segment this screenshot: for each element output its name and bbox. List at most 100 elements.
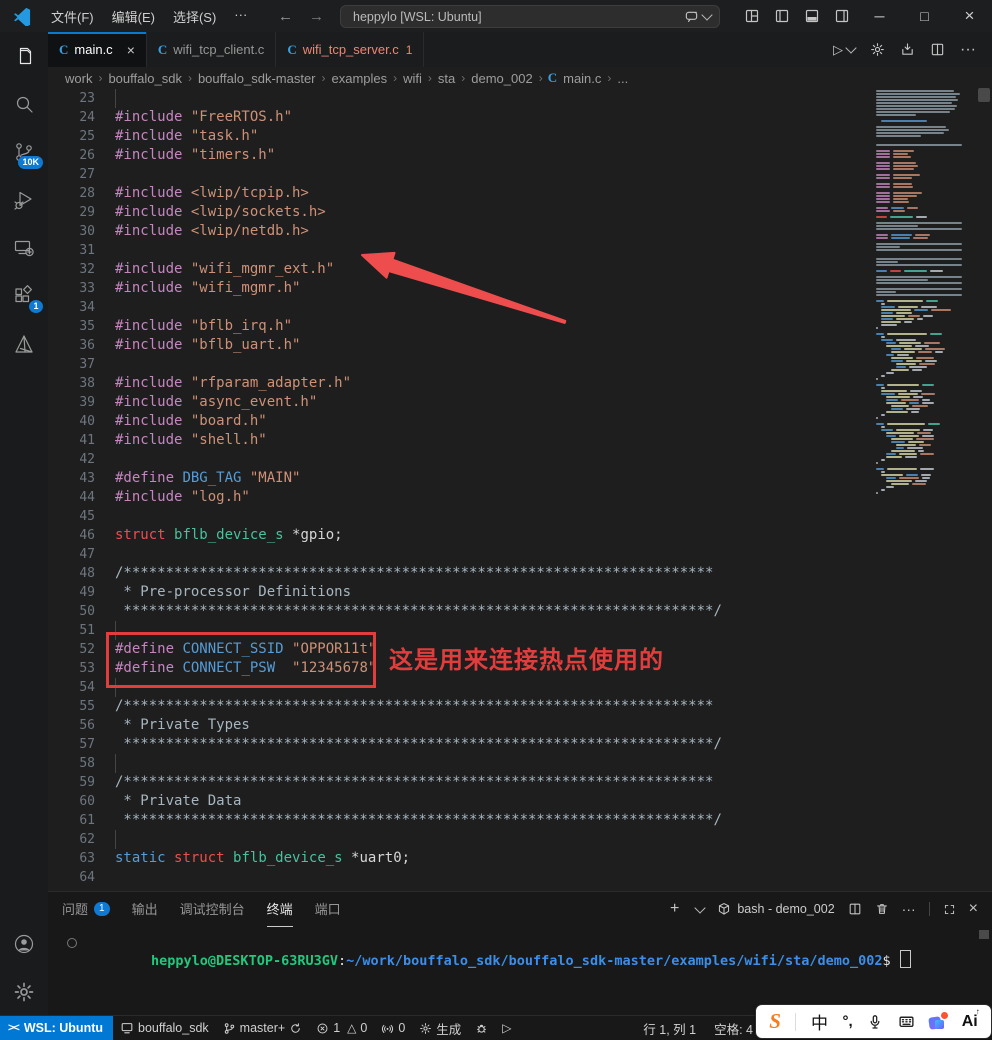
sidebar-item-extensions[interactable]: 1 <box>0 272 48 320</box>
sidebar-item-search[interactable] <box>0 80 48 128</box>
breadcrumb-item[interactable]: work <box>65 71 92 86</box>
chevron-down-icon[interactable] <box>701 9 713 21</box>
menu-edit[interactable]: 编辑(E) <box>103 4 164 29</box>
panel-tab-终端[interactable]: 终端 <box>266 892 293 927</box>
line-number: 38 <box>79 376 95 391</box>
maximize-panel-icon[interactable] <box>943 903 956 916</box>
vscode-window: 文件(F) 编辑(E) 选择(S) ··· ← → heppylo [WSL: Ubu… <box>0 0 992 1040</box>
menu-selection[interactable]: 选择(S) <box>164 4 225 29</box>
breadcrumb-item[interactable]: ... <box>617 71 628 86</box>
new-terminal-icon[interactable]: + <box>670 900 679 918</box>
minimap-row <box>874 156 964 158</box>
split-terminal-icon[interactable] <box>848 902 862 916</box>
menu-more[interactable]: ··· <box>225 4 256 29</box>
minimap[interactable] <box>874 90 964 510</box>
remote-indicator[interactable]: >< WSL: Ubuntu <box>0 1016 113 1040</box>
ai-assistant-button[interactable]: Ai <box>962 1007 980 1031</box>
copilot-chat-icon[interactable] <box>684 9 699 24</box>
sidebar-item-cmake[interactable] <box>0 320 48 368</box>
sogou-logo-icon[interactable]: S <box>769 1009 781 1034</box>
cursor-position-status[interactable]: 行 1, 列 1 <box>643 1019 696 1038</box>
maximize-button[interactable]: □ <box>902 0 947 32</box>
minimap-row <box>874 369 964 371</box>
cmake-launch-button[interactable]: ▷ <box>495 1016 518 1040</box>
sync-icon[interactable] <box>289 1022 302 1035</box>
terminal-instance-chip[interactable]: bash - demo_002 <box>717 902 835 916</box>
code-line-47: 47 <box>48 545 872 564</box>
minimap-row <box>874 408 964 410</box>
line-number: 24 <box>79 110 95 125</box>
breadcrumb-item[interactable]: sta <box>438 71 455 86</box>
minimap-row <box>874 129 964 131</box>
toggle-secondary-sidebar-icon[interactable] <box>834 8 850 24</box>
back-icon[interactable]: ← <box>278 8 293 25</box>
ime-punctuation-toggle[interactable]: °, <box>842 1013 852 1030</box>
tab-wifi_tcp_client.c[interactable]: Cwifi_tcp_client.c <box>146 32 277 67</box>
install-build-icon[interactable] <box>900 42 915 57</box>
minimap-row <box>874 231 964 233</box>
code-editor[interactable]: 23 24 #include "FreeRTOS.h" 25 #include "tas… <box>48 89 872 891</box>
minimap-row <box>874 330 964 332</box>
breadcrumb-item[interactable]: main.c <box>563 71 601 86</box>
chevron-down-icon[interactable] <box>694 901 707 914</box>
indentation-status[interactable]: 空格: 4 <box>714 1019 753 1038</box>
minimap-row <box>874 186 964 188</box>
more-actions-icon[interactable]: ··· <box>902 901 916 917</box>
settings-button[interactable] <box>0 968 48 1016</box>
line-number: 61 <box>79 813 95 828</box>
microphone-icon[interactable] <box>867 1014 883 1030</box>
tab-main.c[interactable]: Cmain.c × <box>48 32 147 67</box>
breadcrumb-item[interactable]: bouffalo_sdk <box>108 71 182 86</box>
panel-tab-label: 调试控制台 <box>179 902 245 917</box>
breadcrumb-item[interactable]: demo_002 <box>471 71 532 86</box>
minimap-row <box>874 210 964 212</box>
panel-tab-端口[interactable]: 端口 <box>315 892 341 927</box>
panel-tab-输出[interactable]: 输出 <box>132 892 158 927</box>
cmake-build-button[interactable]: 生成 <box>412 1016 468 1040</box>
minimize-button[interactable]: ─ <box>857 0 902 32</box>
cmake-debug-button[interactable] <box>468 1016 495 1040</box>
terminal-scrollbar-thumb[interactable] <box>979 930 989 939</box>
code-line-34: 34 <box>48 298 872 317</box>
terminal[interactable]: heppylo@DESKTOP-63RU3GV:~/work/bouffalo_… <box>48 926 992 1016</box>
forward-icon[interactable]: → <box>309 8 324 25</box>
sidebar-item-remote-explorer[interactable] <box>0 224 48 272</box>
close-button[interactable]: × <box>947 0 992 32</box>
accounts-button[interactable] <box>0 920 48 968</box>
breadcrumb-item[interactable]: wifi <box>403 71 422 86</box>
gear-icon[interactable] <box>870 42 885 57</box>
breadcrumb-item[interactable]: examples <box>332 71 388 86</box>
breadcrumb-separator: › <box>427 71 432 85</box>
sidebar-item-run-debug[interactable] <box>0 176 48 224</box>
close-panel-icon[interactable]: × <box>969 900 978 918</box>
breadcrumb-item[interactable]: bouffalo_sdk-master <box>198 71 316 86</box>
sidebar-item-source-control[interactable]: 10K <box>0 128 48 176</box>
split-editor-icon[interactable] <box>930 42 945 57</box>
toggle-sidebar-icon[interactable] <box>774 8 790 24</box>
statusbar-right: 行 1, 列 1 空格: 4 <box>643 1016 753 1040</box>
breadcrumb-separator: › <box>538 71 543 85</box>
kill-terminal-icon[interactable] <box>875 902 889 916</box>
code-line-30: 30 #include <lwip/netdb.h> <box>48 222 872 241</box>
toggle-panel-icon[interactable] <box>804 8 820 24</box>
ports-status[interactable]: 0 <box>374 1016 412 1040</box>
menu-file[interactable]: 文件(F) <box>42 4 103 29</box>
git-branch-status[interactable]: master+ <box>216 1016 310 1040</box>
command-center-search[interactable]: heppylo [WSL: Ubuntu] <box>340 5 720 28</box>
ime-language-toggle[interactable]: 中 <box>811 1009 828 1034</box>
skin-brush-icon[interactable] <box>928 1011 949 1030</box>
tab-wifi_tcp_server.c[interactable]: Cwifi_tcp_server.c 1 <box>276 32 425 67</box>
problems-status[interactable]: 1 △ 0 <box>309 1016 374 1040</box>
run-or-debug-button[interactable]: ▷ <box>833 42 857 58</box>
panel-tab-问题[interactable]: 问题 1 <box>62 892 110 927</box>
sidebar-item-explorer[interactable] <box>0 32 48 80</box>
line-text: #define CONNECT_PSW "12345678" <box>115 660 377 676</box>
panel-tab-调试控制台[interactable]: 调试控制台 <box>180 892 245 927</box>
editor-scrollbar-thumb[interactable] <box>978 88 990 102</box>
minimap-row <box>874 126 964 128</box>
keyboard-icon[interactable] <box>898 1013 915 1030</box>
customize-layout-icon[interactable] <box>744 8 760 24</box>
workspace-status[interactable]: bouffalo_sdk <box>113 1016 216 1040</box>
close-tab-icon[interactable]: × <box>127 42 135 58</box>
more-actions-icon[interactable]: ··· <box>960 41 976 59</box>
